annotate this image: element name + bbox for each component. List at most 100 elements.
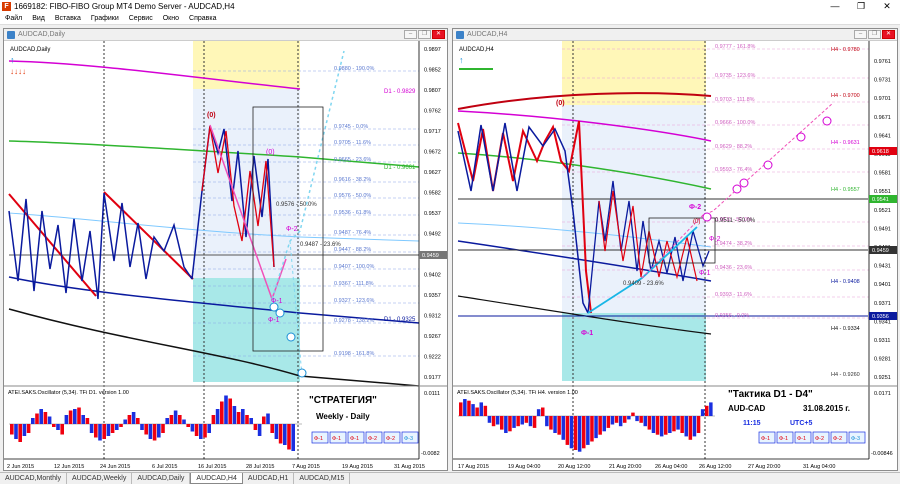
chart-minimize-button[interactable]: – [854,30,867,39]
fibo-level-label: 0.9407 - 100.0% [334,264,374,270]
wave-marker[interactable] [732,184,742,194]
current-price-value: 0.9459 [422,253,439,259]
d1-label: D1 - 0.9829 [384,89,416,95]
wave-marker[interactable] [702,212,712,222]
oscillator-histogram [10,395,295,451]
chart-window-daily[interactable]: AUDCAD,Daily – ❐ ✕ 0.9880 - 190.0% 0.974… [3,28,448,471]
histogram-bar [627,416,631,420]
histogram-bar [110,424,115,433]
maximize-button[interactable]: ❐ [848,0,874,13]
d1-label: D1 - 0.9325 [384,317,416,323]
minimize-button[interactable]: — [822,0,848,13]
price-tick: 0.9762 [424,109,441,115]
histogram-bar [594,416,598,439]
fibo-button[interactable]: Ф-2 [383,431,401,444]
fibo-level-label: 0.9576 - 50.0% [334,193,371,199]
chart-window-h4[interactable]: AUDCAD,H4 – ❐ ✕ 0.9777 - 161.8% 0.9735 -… [452,28,898,471]
histogram-bar [89,424,94,433]
wave-label: (0) [207,112,216,119]
chart-close-button[interactable]: ✕ [432,30,445,39]
fibo-level-label: 0.9474 - 38.2% [715,241,752,247]
fibo-level-label: 0.9436 - 23.6% [715,265,752,271]
fibo-buttons[interactable]: Ф-1 Ф-1 Ф-1 Ф-2 Ф-2 Ф-3 [311,431,419,444]
wave-marker[interactable] [286,332,296,342]
date-scale: 2 Jun 2015 12 Jun 2015 24 Jun 2015 6 Jul 20… [7,464,425,470]
price-tick: 0.9177 [424,375,441,381]
wave-label: Ф-1 [699,270,711,277]
chart-restore-button[interactable]: ❐ [418,30,431,39]
fibo-button[interactable]: Ф-2 [365,431,383,444]
date-tick: 31 Aug 2015 [394,464,425,470]
tab-h1[interactable]: AUDCAD,H1 [243,473,295,484]
histogram-bar [500,416,504,430]
fibo-button-label: Ф-1 [332,436,341,442]
wave-label: Ф-2 [709,236,721,243]
wave-marker[interactable] [822,116,832,126]
wave-marker[interactable] [275,308,285,318]
tab-m15[interactable]: AUDCAD,M15 [294,473,351,484]
histogram-bar [52,424,56,427]
price-tick: 0.9401 [874,282,891,288]
tab-h4[interactable]: AUDCAD,H4 [190,473,243,484]
menu-tools[interactable]: Сервис [124,15,158,22]
price-tick: 0.9581 [874,171,891,177]
histogram-bar [483,405,488,416]
histogram-bar [577,416,582,452]
date-tick: 17 Aug 2015 [458,464,489,470]
histogram-bar [590,416,594,442]
fibo-button[interactable]: Ф-2 [812,431,830,444]
chart-close-button[interactable]: ✕ [882,30,895,39]
wave-marker[interactable] [297,368,307,378]
menu-bar: Файл Вид Вставка Графики Сервис Окно Спр… [0,13,900,25]
fibo-button[interactable]: Ф-1 [758,431,776,444]
chart-minimize-button[interactable]: – [404,30,417,39]
fibo-level-label: 0.9593 - 76.4% [715,167,752,173]
fibo-buttons[interactable]: Ф-1 Ф-1 Ф-1 Ф-2 Ф-2 Ф-3 [758,431,866,444]
fibo-button[interactable]: Ф-1 [776,431,794,444]
fibo-button[interactable]: Ф-1 [794,431,812,444]
histogram-bar [94,424,98,438]
fibo-level-label: 0.9616 - 38.2% [334,177,371,183]
histogram-bar [157,424,161,438]
histogram-bar [528,416,533,427]
fibo-button[interactable]: Ф-2 [830,431,848,444]
fibo-button[interactable]: Ф-3 [848,431,866,444]
wave-marker[interactable] [763,160,773,170]
price-tick: 0.9222 [424,355,441,361]
wave-marker[interactable] [739,178,749,188]
histogram-bar [211,415,216,424]
wave-marker[interactable] [796,132,806,142]
cyan-zone [193,278,300,382]
menu-file[interactable]: Файл [0,15,27,22]
osc-min: -0.00846 [871,451,893,457]
menu-window[interactable]: Окно [158,15,184,22]
h4-chart[interactable]: 0.9777 - 161.8% 0.9735 - 123.6% 0.9703 - 1… [453,41,897,471]
fibo-level-label: 0.9536 - 61.8% [334,210,371,216]
close-button[interactable]: ✕ [874,0,900,13]
histogram-bar [123,419,127,424]
fibo-button[interactable]: Ф-3 [401,431,419,444]
histogram-bar [77,407,81,424]
tab-weekly[interactable]: AUDCAD,Weekly [67,473,133,484]
fibo-level-label: 0.9367 - 111.8% [334,281,374,287]
menu-insert[interactable]: Вставка [50,15,86,22]
histogram-bar [623,416,627,423]
tab-monthly[interactable]: AUDCAD,Monthly [0,473,68,484]
chart-restore-button[interactable]: ❐ [868,30,881,39]
chart-tabs: AUDCAD,Monthly AUDCAD,Weekly AUDCAD,Dail… [0,472,900,484]
menu-view[interactable]: Вид [27,15,50,22]
h4-level-label: H4 - 0.9260 [831,372,860,378]
menu-charts[interactable]: Графики [86,15,124,22]
fibo-level-label: 0.9487 - 76.4% [334,230,371,236]
fibo-button[interactable]: Ф-1 [329,431,347,444]
down-arrows-icon: ↓↓↓↓ [10,67,26,76]
fibo-button[interactable]: Ф-1 [347,431,365,444]
tab-daily[interactable]: AUDCAD,Daily [132,473,191,484]
histogram-bar [680,416,684,433]
date-tick: 7 Aug 2015 [292,464,320,470]
histogram-bar [182,419,186,424]
daily-chart[interactable]: 0.9880 - 190.0% 0.9745 - 0.0% 0.9705 - 11.… [4,41,447,471]
menu-help[interactable]: Справка [184,15,221,22]
histogram-bar [598,416,602,435]
fibo-button[interactable]: Ф-1 [311,431,329,444]
